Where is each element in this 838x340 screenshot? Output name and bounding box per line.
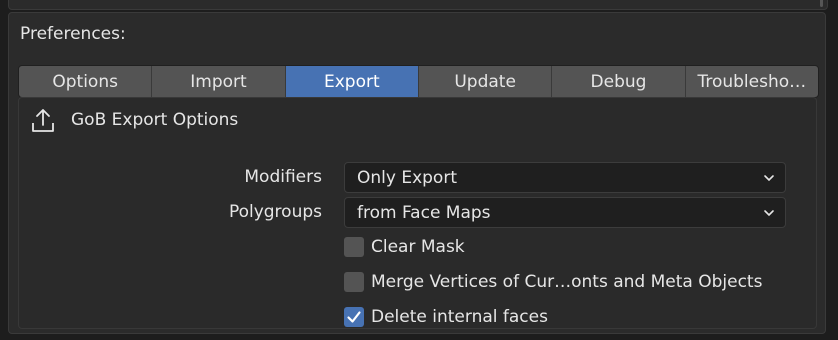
merge-vertices-checkbox[interactable] [344, 272, 364, 292]
tab-options[interactable]: Options [19, 66, 153, 97]
preferences-panel: Preferences: Options Import Export Updat… [8, 12, 826, 334]
chevron-down-icon [764, 210, 774, 217]
delete-internal-faces-checkbox[interactable] [344, 307, 364, 327]
tab-import[interactable]: Import [152, 66, 286, 97]
polygroups-label: Polygroups [228, 202, 322, 222]
export-options-subpanel: GoB Export Options Modifiers Only Export… [18, 97, 817, 329]
clear-mask-checkbox[interactable] [344, 237, 364, 257]
export-icon [32, 109, 54, 132]
polygroups-value: from Face Maps [357, 202, 491, 223]
checkmark-icon [347, 311, 361, 323]
modifiers-value: Only Export [357, 167, 457, 188]
modifiers-label: Modifiers [244, 167, 322, 187]
subpanel-title: GoB Export Options [71, 110, 239, 130]
scrollbar-thumb[interactable] [820, 0, 823, 7]
previous-panel-edge [8, 0, 828, 10]
subpanel-header[interactable]: GoB Export Options [31, 107, 238, 133]
tab-troubleshooting[interactable]: Troublesho… [685, 66, 818, 97]
chevron-down-icon [764, 175, 774, 182]
polygroups-dropdown[interactable]: from Face Maps [344, 197, 786, 228]
merge-vertices-label[interactable]: Merge Vertices of Cur…onts and Meta Obje… [371, 272, 762, 292]
tab-debug[interactable]: Debug [552, 66, 686, 97]
tab-update[interactable]: Update [418, 66, 553, 97]
tab-bar: Options Import Export Update Debug Troub… [18, 65, 819, 98]
panel-title: Preferences: [20, 24, 126, 44]
delete-internal-faces-label[interactable]: Delete internal faces [371, 307, 548, 327]
clear-mask-label[interactable]: Clear Mask [371, 237, 465, 257]
modifiers-dropdown[interactable]: Only Export [344, 162, 786, 193]
tab-export[interactable]: Export [285, 66, 419, 97]
